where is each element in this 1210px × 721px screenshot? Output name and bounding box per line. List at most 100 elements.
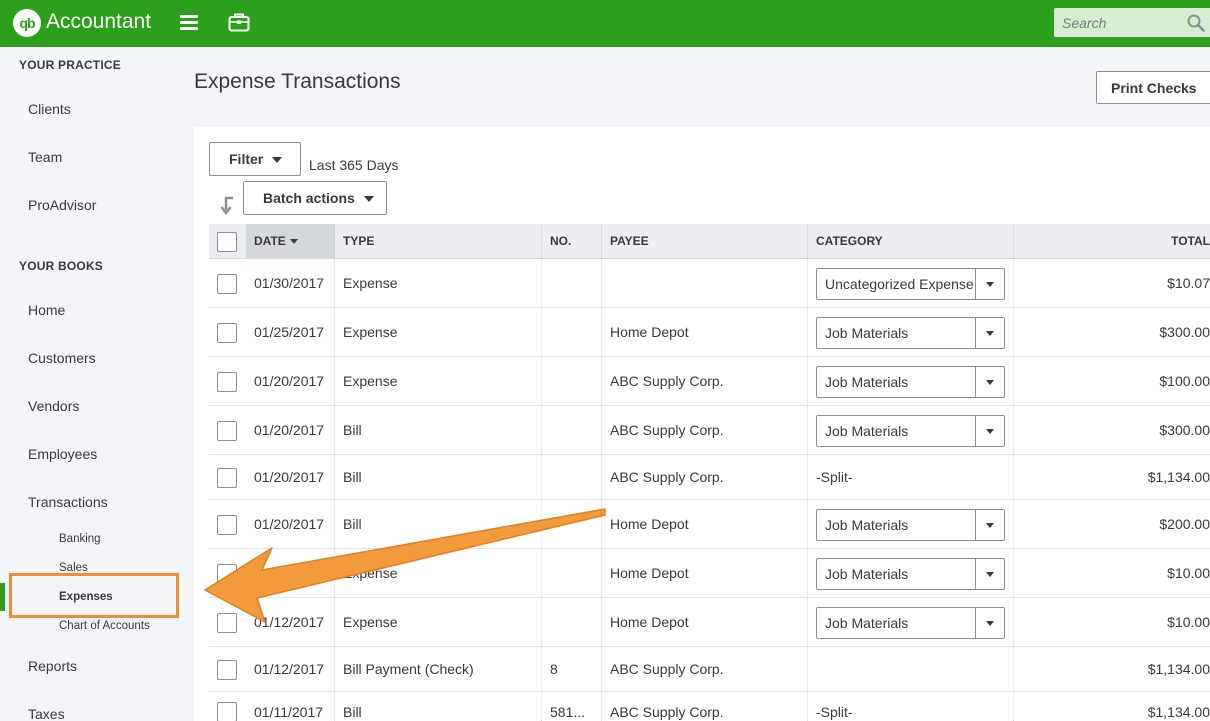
- filter-button[interactable]: Filter: [209, 142, 301, 176]
- sidebar-item-reports[interactable]: Reports: [28, 658, 77, 674]
- cell-total: $300.00: [1159, 422, 1210, 438]
- row-checkbox[interactable]: [217, 322, 237, 343]
- category-value: Job Materials: [825, 565, 909, 582]
- quickbooks-logo[interactable]: qb: [13, 9, 41, 37]
- sidebar-item-clients[interactable]: Clients: [28, 101, 71, 117]
- table-row[interactable]: 01/25/2017 Expense Home Depot Job Materials…: [209, 308, 1210, 357]
- sidebar-item-proadvisor[interactable]: ProAdvisor: [28, 197, 96, 213]
- category-select[interactable]: Job Materials: [816, 606, 1005, 639]
- sidebar-item-customers[interactable]: Customers: [28, 350, 96, 366]
- category-value: Job Materials: [825, 373, 909, 390]
- select-all-checkbox[interactable]: [217, 232, 237, 252]
- cell-category: Job Materials: [808, 598, 1014, 646]
- filter-range-text: Last 365 Days: [309, 157, 399, 173]
- column-header-category[interactable]: CATEGORY: [808, 224, 1014, 259]
- sidebar-item-transactions[interactable]: Transactions: [28, 494, 108, 510]
- table-row[interactable]: 01/20/2017 Bill ABC Supply Corp. -Split- $1,…: [209, 455, 1210, 500]
- category-select[interactable]: Job Materials: [816, 316, 1005, 349]
- cell-type: Bill Payment (Check): [335, 647, 542, 691]
- category-select[interactable]: Job Materials: [816, 414, 1005, 447]
- cell-total: $200.00: [1159, 516, 1210, 532]
- category-select[interactable]: Uncategorized Expense: [816, 267, 1005, 300]
- table-row[interactable]: 01/20/2017 Bill Home Depot Job Materials $20…: [209, 500, 1210, 549]
- cell-category: Uncategorized Expense: [808, 259, 1014, 307]
- table-row[interactable]: 01/30/2017 Expense Uncategorized Expense $1…: [209, 259, 1210, 308]
- app-brand: Accountant: [46, 10, 152, 33]
- cell-payee: ABC Supply Corp.: [602, 406, 808, 454]
- row-checkbox[interactable]: [217, 514, 237, 535]
- cell-payee: ABC Supply Corp.: [602, 692, 808, 721]
- table-row[interactable]: 01/12/2017 Bill Payment (Check) 8 ABC Suppl…: [209, 647, 1210, 692]
- row-checkbox[interactable]: [217, 702, 237, 721]
- cell-date: 01/25/2017: [246, 308, 335, 356]
- search-icon[interactable]: [1187, 14, 1205, 32]
- row-checkbox[interactable]: [217, 659, 237, 680]
- category-select[interactable]: Job Materials: [816, 557, 1005, 590]
- dropdown-arrow-icon[interactable]: [975, 366, 1004, 397]
- sidebar-subitem-banking[interactable]: Banking: [59, 533, 101, 545]
- cell-category: -Split-: [808, 455, 1014, 499]
- sidebar-item-home[interactable]: Home: [28, 302, 65, 318]
- cell-category: Job Materials: [808, 549, 1014, 597]
- cell-date: 01/20/2017: [246, 357, 335, 405]
- page-title: Expense Transactions: [194, 70, 401, 93]
- cell-no: [542, 259, 602, 307]
- batch-select-arrow-icon: [220, 196, 233, 215]
- cell-date: 01/20/2017: [246, 500, 335, 548]
- table-row[interactable]: Expense Home Depot Job Materials $10.00: [209, 549, 1210, 598]
- column-header-type[interactable]: TYPE: [335, 224, 542, 259]
- dropdown-arrow-icon[interactable]: [975, 317, 1004, 348]
- table-row[interactable]: 01/20/2017 Bill ABC Supply Corp. Job Materi…: [209, 406, 1210, 455]
- dropdown-arrow-icon[interactable]: [975, 415, 1004, 446]
- dropdown-arrow-icon[interactable]: [975, 607, 1004, 638]
- sidebar-item-employees[interactable]: Employees: [28, 446, 97, 462]
- column-header-payee[interactable]: PAYEE: [602, 224, 808, 259]
- cell-payee: Home Depot: [602, 549, 808, 597]
- row-checkbox[interactable]: [217, 612, 237, 633]
- cell-date: 01/20/2017: [246, 406, 335, 454]
- column-header-date[interactable]: DATE: [246, 224, 335, 259]
- batch-actions-button[interactable]: Batch actions: [243, 181, 387, 215]
- category-select[interactable]: Job Materials: [816, 365, 1005, 398]
- table-row[interactable]: 01/20/2017 Expense ABC Supply Corp. Job Mat…: [209, 357, 1210, 406]
- sidebar-item-taxes[interactable]: Taxes: [28, 706, 65, 721]
- cell-type: Bill: [335, 455, 542, 499]
- cell-type: Expense: [335, 549, 542, 597]
- print-checks-button[interactable]: Print Checks: [1096, 71, 1210, 104]
- row-checkbox[interactable]: [217, 273, 237, 294]
- row-checkbox[interactable]: [217, 563, 237, 584]
- caret-down-icon: [272, 157, 283, 164]
- hamburger-menu-icon[interactable]: [180, 15, 198, 30]
- cell-no: [542, 598, 602, 646]
- briefcase-icon[interactable]: [228, 12, 250, 32]
- cell-total: $100.00: [1159, 373, 1210, 389]
- highlight-box-expenses: [9, 573, 179, 618]
- cell-type: Expense: [335, 357, 542, 405]
- sidebar-subitem-chart-of-accounts[interactable]: Chart of Accounts: [59, 620, 150, 632]
- table-row[interactable]: 01/12/2017 Expense Home Depot Job Materials…: [209, 598, 1210, 647]
- dropdown-arrow-icon[interactable]: [975, 558, 1004, 589]
- cell-date: [246, 549, 335, 597]
- search-box[interactable]: [1054, 8, 1210, 37]
- table-row[interactable]: 01/11/2017 Bill 581... ABC Supply Corp. -Spl…: [209, 692, 1210, 721]
- sidebar-item-team[interactable]: Team: [28, 149, 62, 165]
- sidebar-item-vendors[interactable]: Vendors: [28, 398, 79, 414]
- column-header-total[interactable]: TOTAL: [1014, 224, 1210, 259]
- dropdown-arrow-icon[interactable]: [975, 509, 1004, 540]
- cell-category: Job Materials: [808, 500, 1014, 548]
- cell-date: 01/11/2017: [246, 692, 335, 721]
- column-header-no[interactable]: NO.: [542, 224, 602, 259]
- category-value: Job Materials: [825, 516, 909, 533]
- table-header: DATE TYPE NO. PAYEE CATEGORY TOTAL: [209, 224, 1210, 259]
- search-input[interactable]: [1054, 8, 1174, 37]
- cell-date: 01/20/2017: [246, 455, 335, 499]
- row-checkbox[interactable]: [217, 371, 237, 392]
- cell-no: [542, 406, 602, 454]
- cell-payee: Home Depot: [602, 500, 808, 548]
- category-select[interactable]: Job Materials: [816, 508, 1005, 541]
- dropdown-arrow-icon[interactable]: [975, 268, 1004, 299]
- cell-payee: ABC Supply Corp.: [602, 647, 808, 691]
- row-checkbox[interactable]: [217, 420, 237, 441]
- category-value: Job Materials: [825, 614, 909, 631]
- row-checkbox[interactable]: [217, 467, 237, 488]
